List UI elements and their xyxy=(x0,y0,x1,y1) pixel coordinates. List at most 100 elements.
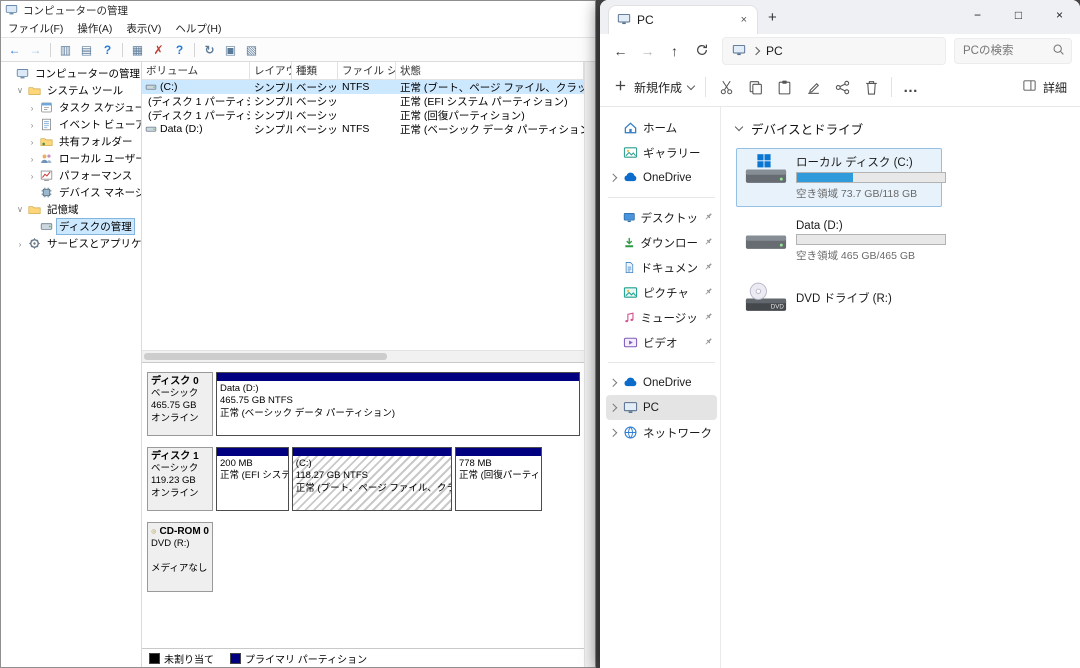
close-button[interactable]: × xyxy=(1039,0,1080,30)
sidebar-item-gallery[interactable]: ギャラリー xyxy=(606,140,717,165)
delete-volume-icon[interactable]: ✗ xyxy=(149,41,168,59)
new-tab-button[interactable]: + xyxy=(768,10,777,25)
search-input[interactable] xyxy=(961,44,1052,58)
partition-c-partition[interactable]: (C:)118.27 GB NTFS正常 (ブート、ページ ファイル、クラッシュ… xyxy=(292,447,452,511)
paste-button[interactable] xyxy=(775,78,793,96)
tree-expander-icon[interactable]: › xyxy=(27,171,37,181)
volume-row[interactable]: (C:)シンプルベーシックNTFS正常 (ブート、ページ ファイル、クラッシュ … xyxy=(142,80,584,94)
column-header-4[interactable]: 状態 xyxy=(396,62,584,79)
column-header-0[interactable]: ボリューム xyxy=(142,62,250,79)
share-button[interactable] xyxy=(833,78,851,96)
sidebar-item-pictures[interactable]: ピクチャ xyxy=(606,280,717,305)
drive-item-dvd-r[interactable]: DVDDVD ドライブ (R:) xyxy=(736,276,942,322)
sidebar-item-home[interactable]: ホーム xyxy=(606,115,717,140)
attach-vhd-icon[interactable]: ▦ xyxy=(128,41,147,59)
tree-item-disk-management[interactable]: ディスクの管理 xyxy=(1,218,141,235)
horizontal-scrollbar[interactable] xyxy=(142,350,584,362)
tree-item-storage[interactable]: ∨記憶域 xyxy=(1,201,141,218)
sidebar-item-pc[interactable]: PC xyxy=(606,395,717,420)
tree-item-event-viewer[interactable]: ›イベント ビューアー xyxy=(1,116,141,133)
disk-label-disk-0[interactable]: ディスク 0ベーシック465.75 GBオンライン xyxy=(147,372,213,436)
chevron-right-icon[interactable] xyxy=(609,429,617,437)
sidebar-item-videos[interactable]: ビデオ xyxy=(606,330,717,355)
group-header[interactable]: デバイスとドライブ xyxy=(736,119,1080,138)
volume-row[interactable]: Data (D:)シンプルベーシックNTFS正常 (ベーシック データ パーティ… xyxy=(142,122,584,136)
vertical-scrollbar[interactable] xyxy=(584,62,595,667)
drive-item-data-d[interactable]: Data (D:)空き領域 465 GB/465 GB xyxy=(736,214,942,269)
menu-help[interactable]: ヘルプ(H) xyxy=(168,21,228,36)
delete-button[interactable] xyxy=(862,78,880,96)
minimize-button[interactable]: − xyxy=(957,0,998,30)
details-toggle-button[interactable]: 詳細 xyxy=(1022,78,1067,96)
chevron-right-icon[interactable] xyxy=(609,404,617,412)
help-topics-icon[interactable]: ? xyxy=(170,41,189,59)
maximize-button[interactable]: □ xyxy=(998,0,1039,30)
column-header-1[interactable]: レイアウト xyxy=(250,62,292,79)
column-header-2[interactable]: 種類 xyxy=(292,62,338,79)
up-button[interactable]: ↑ xyxy=(662,43,687,59)
forward-button[interactable]: → xyxy=(635,43,660,59)
tree-expander-icon[interactable]: › xyxy=(15,239,25,249)
disk-label-cd-rom-0[interactable]: CD-ROM 0DVD (R:) メディアなし xyxy=(147,522,213,592)
tree-expander-icon[interactable]: › xyxy=(27,154,37,164)
share-icon xyxy=(834,79,851,96)
view-options-icon[interactable]: ▧ xyxy=(242,41,261,59)
new-button[interactable]: 新規作成 xyxy=(613,78,694,96)
menu-file[interactable]: ファイル(F) xyxy=(1,21,70,36)
scrollbar-thumb[interactable] xyxy=(144,353,387,360)
tree-expander-icon[interactable]: › xyxy=(27,103,37,113)
tree-expander-icon[interactable]: ∨ xyxy=(15,85,25,96)
chevron-right-icon[interactable] xyxy=(609,174,617,182)
menu-view[interactable]: 表示(V) xyxy=(119,21,168,36)
breadcrumb-item[interactable]: PC xyxy=(766,44,783,58)
tree-item-task-scheduler[interactable]: ›タスク スケジューラ xyxy=(1,99,141,116)
volume-row[interactable]: (ディスク 1 パーティション 1)シンプルベーシック正常 (EFI システム … xyxy=(142,94,584,108)
rename-button[interactable] xyxy=(804,78,822,96)
back-button[interactable]: ← xyxy=(608,43,633,59)
sidebar-item-onedrive-2[interactable]: OneDrive xyxy=(606,370,717,395)
cut-button[interactable] xyxy=(717,78,735,96)
forward-icon[interactable]: → xyxy=(26,41,45,59)
address-bar[interactable]: PC xyxy=(722,37,946,65)
refresh-icon[interactable]: ↻ xyxy=(200,41,219,59)
refresh-button[interactable] xyxy=(689,43,714,60)
menu-action[interactable]: 操作(A) xyxy=(70,21,119,36)
tree-expander-icon[interactable]: › xyxy=(27,120,37,130)
partition-data-d[interactable]: Data (D:)465.75 GB NTFS正常 (ベーシック データ パーテ… xyxy=(216,372,580,436)
sidebar-item-downloads[interactable]: ダウンロード xyxy=(606,230,717,255)
sidebar-item-onedrive[interactable]: OneDrive xyxy=(606,165,717,190)
videos-icon xyxy=(623,335,638,350)
copy-button[interactable] xyxy=(746,78,764,96)
tree-item-system-tools[interactable]: ∨ システム ツール xyxy=(1,82,141,99)
sidebar-item-desktop[interactable]: デスクトップ xyxy=(606,205,717,230)
search-box[interactable] xyxy=(954,38,1072,64)
tree-expander-icon[interactable]: › xyxy=(27,137,37,147)
tree-item-performance[interactable]: ›パフォーマンス xyxy=(1,167,141,184)
partition-efi-partition[interactable]: 200 MB正常 (EFI システム パーティション) xyxy=(216,447,289,511)
rescan-disks-icon[interactable]: ▣ xyxy=(221,41,240,59)
sidebar-item-documents[interactable]: ドキュメント xyxy=(606,255,717,280)
export-list-icon[interactable]: ▤ xyxy=(77,41,96,59)
more-options-button[interactable]: … xyxy=(903,79,919,96)
tree-expander-icon[interactable]: ∨ xyxy=(15,204,25,215)
chevron-right-icon[interactable] xyxy=(609,379,617,387)
sidebar-item-music[interactable]: ミュージック xyxy=(606,305,717,330)
tree-item-label: システム ツール xyxy=(44,82,126,99)
tree-item-services-applications[interactable]: ›サービスとアプリケーション xyxy=(1,235,141,252)
drive-item-local-disk-c[interactable]: ローカル ディスク (C:)空き領域 73.7 GB/118 GB xyxy=(736,148,942,207)
volume-row[interactable]: (ディスク 1 パーティション 4)シンプルベーシック正常 (回復パーティション… xyxy=(142,108,584,122)
column-header-3[interactable]: ファイル システム xyxy=(338,62,396,79)
group-collapse-icon[interactable] xyxy=(735,123,743,131)
show-console-tree-icon[interactable]: ▥ xyxy=(56,41,75,59)
tree-item-device-manager[interactable]: デバイス マネージャー xyxy=(1,184,141,201)
tree-item-local-users-groups[interactable]: ›ローカル ユーザーとグループ xyxy=(1,150,141,167)
tree-item-computer-management-root[interactable]: コンピューターの管理 (ローカル) xyxy=(1,65,141,82)
partition-recovery-partition[interactable]: 778 MB正常 (回復パーティション) xyxy=(455,447,542,511)
back-icon[interactable]: ← xyxy=(5,41,24,59)
explorer-tab-pc[interactable]: PC × xyxy=(608,5,758,34)
sidebar-item-network[interactable]: ネットワーク xyxy=(606,420,717,445)
disk-label-disk-1[interactable]: ディスク 1ベーシック119.23 GBオンライン xyxy=(147,447,213,511)
tab-close-button[interactable]: × xyxy=(739,14,749,26)
help-icon[interactable]: ? xyxy=(98,41,117,59)
tree-item-shared-folders[interactable]: ›共有フォルダー xyxy=(1,133,141,150)
